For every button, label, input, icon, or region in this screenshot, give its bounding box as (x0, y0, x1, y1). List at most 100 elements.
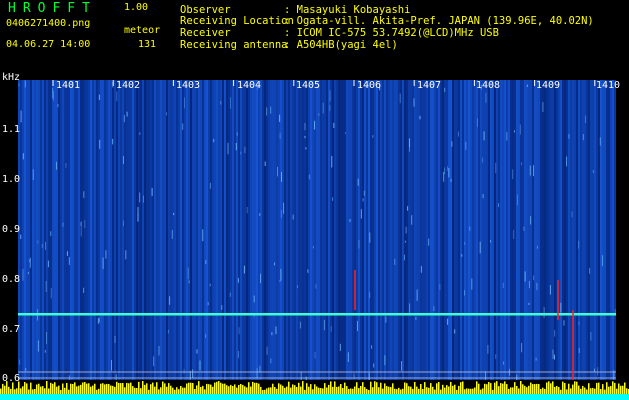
noise-column (490, 80, 492, 380)
level-bar (34, 389, 36, 394)
level-bar (442, 384, 444, 394)
x-tick-label: 1401 (56, 80, 81, 91)
noise-speckle (308, 174, 310, 180)
level-bar (402, 388, 404, 394)
level-bar (456, 389, 458, 394)
noise-column (584, 80, 586, 380)
noise-speckle (371, 345, 373, 349)
noise-speckle (502, 282, 504, 288)
level-bar (598, 382, 600, 394)
level-bar (72, 384, 74, 394)
noise-column (152, 80, 154, 380)
level-bar (542, 387, 544, 394)
level-bar (296, 387, 298, 394)
noise-speckle (25, 367, 27, 371)
level-bar (102, 383, 104, 394)
noise-column (42, 80, 44, 380)
noise-speckle (329, 90, 331, 102)
level-bar (44, 388, 46, 394)
noise-speckle (536, 245, 538, 249)
level-bar (118, 383, 120, 394)
level-bar (496, 381, 498, 394)
level-bar (354, 386, 356, 394)
noise-speckle (314, 351, 316, 359)
level-bar (210, 384, 212, 394)
noise-column (144, 80, 146, 380)
location-value: : Ogata-vill. Akita-Pref. JAPAN (139.96E… (284, 15, 594, 27)
noise-column (64, 80, 66, 380)
level-bar (234, 384, 236, 394)
noise-column (88, 80, 90, 380)
noise-speckle (404, 254, 405, 261)
noise-column (540, 80, 542, 380)
level-bar (472, 388, 474, 394)
noise-speckle (578, 347, 580, 354)
level-bar (620, 385, 622, 394)
noise-speckle (450, 178, 452, 182)
level-bar (10, 388, 12, 394)
level-bar (586, 389, 588, 394)
noise-speckle (45, 241, 47, 250)
noise-column (316, 80, 318, 380)
noise-column (534, 80, 536, 380)
noise-speckle (407, 206, 409, 211)
noise-speckle (45, 281, 47, 292)
noise-column (194, 80, 196, 380)
receiver-value: : ICOM IC-575 53.7492(@LCD)MHz USB (284, 27, 499, 39)
noise-column (188, 80, 190, 380)
noise-column (58, 80, 60, 380)
level-bar (516, 386, 518, 394)
noise-speckle (260, 273, 261, 284)
noise-speckle (205, 333, 207, 339)
noise-speckle (65, 163, 67, 168)
noise-speckle (358, 239, 360, 249)
noise-speckle (259, 365, 261, 372)
noise-speckle (19, 359, 21, 365)
noise-speckle (318, 113, 320, 116)
level-bar (406, 383, 408, 394)
level-bar (428, 387, 430, 394)
noise-speckle (183, 369, 185, 374)
level-bar (400, 389, 402, 394)
noise-column (98, 80, 100, 380)
level-bar (258, 383, 260, 394)
level-bar (356, 382, 358, 394)
level-bar (164, 383, 166, 394)
noise-speckle (44, 350, 46, 353)
noise-column (68, 80, 70, 380)
noise-speckle (339, 343, 341, 351)
noise-speckle (139, 132, 141, 135)
level-bar (528, 385, 530, 394)
level-bar (314, 384, 316, 394)
level-bar (176, 387, 178, 394)
noise-speckle (519, 124, 521, 135)
level-bar (92, 385, 94, 394)
noise-column (30, 80, 32, 380)
level-bar (306, 383, 308, 394)
noise-column (176, 80, 178, 380)
level-bar (288, 381, 290, 394)
noise-speckle (542, 102, 544, 112)
noise-speckle (111, 360, 112, 371)
level-bar (182, 387, 184, 394)
level-bar (330, 381, 332, 394)
noise-speckle (196, 349, 198, 354)
noise-speckle (281, 171, 282, 182)
level-bar (66, 383, 68, 394)
noise-speckle (479, 241, 481, 254)
noise-speckle (126, 111, 128, 117)
noise-column (112, 80, 114, 380)
level-bar (208, 384, 210, 394)
noise-speckle (192, 369, 194, 378)
noise-speckle (469, 226, 471, 231)
level-bar (112, 385, 114, 394)
noise-column (266, 80, 268, 380)
noise-speckle (543, 307, 545, 318)
noise-column (302, 80, 304, 380)
level-bar (544, 388, 546, 394)
noise-column (178, 80, 180, 380)
noise-speckle (322, 102, 324, 114)
level-bar (466, 388, 468, 394)
level-bar (578, 385, 580, 394)
noise-speckle (590, 332, 592, 341)
